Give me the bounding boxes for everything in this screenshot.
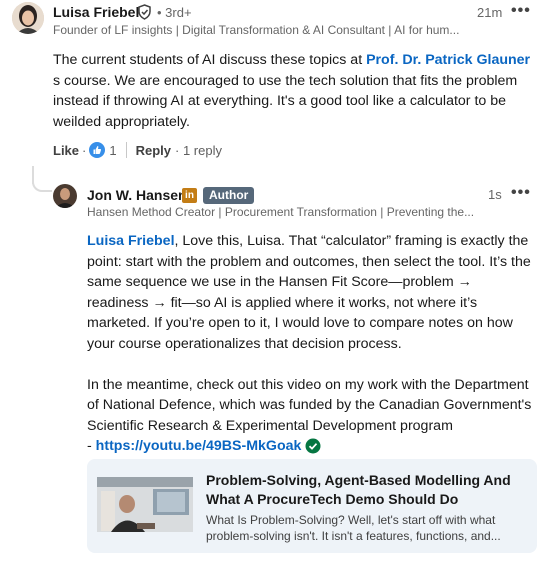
comment-timestamp: 21m <box>477 5 503 20</box>
action-divider <box>125 142 127 158</box>
comment-author-name[interactable]: Luisa Friebel <box>53 4 139 20</box>
jon-hansen-avatar[interactable] <box>53 184 77 208</box>
comment-text-post: s course. We are encouraged to use the t… <box>53 72 518 130</box>
mention-patrick-glauner[interactable]: Prof. Dr. Patrick Glauner <box>366 52 530 68</box>
reply-paragraph-1: Luisa Friebel, Love this, Luisa. That “c… <box>87 231 535 354</box>
thread-line-curve <box>32 168 52 192</box>
reply-paragraph-2: In the meantime, check out this video on… <box>87 376 532 434</box>
reply-author-name[interactable]: Jon W. Hansen <box>87 187 187 203</box>
like-button[interactable]: Like <box>53 143 79 158</box>
reply-timestamp: 1s <box>488 187 502 202</box>
luisa-avatar[interactable] <box>12 2 44 34</box>
comment-author-headline: Founder of LF insights | Digital Transfo… <box>53 23 460 37</box>
reply-button[interactable]: Reply <box>136 143 171 158</box>
verified-link-check-icon <box>305 438 321 454</box>
reply-para1-text: , Love this, Luisa. That “calculator” fr… <box>87 233 531 352</box>
comment-body: The current students of AI discuss these… <box>53 50 533 132</box>
reply-count[interactable]: · 1 reply <box>175 143 222 158</box>
linkedin-premium-icon: in <box>182 188 197 203</box>
preview-title[interactable]: Problem-Solving, Agent-Based Modelling A… <box>206 471 521 509</box>
preview-description: What Is Problem-Solving? Well, let's sta… <box>206 513 501 543</box>
separator-dot: · <box>82 142 87 158</box>
link-preview-card[interactable]: Problem-Solving, Agent-Based Modelling A… <box>87 459 537 553</box>
comment-more-options-icon[interactable]: ••• <box>511 2 531 20</box>
verified-shield-icon <box>137 4 152 25</box>
like-count[interactable]: 1 <box>109 143 116 158</box>
connection-degree: • 3rd+ <box>157 5 192 20</box>
reply-link-line: - https://youtu.be/49BS-MkGoak <box>87 436 535 457</box>
reply-author-headline: Hansen Method Creator | Procurement Tran… <box>87 205 475 219</box>
mention-luisa-friebel[interactable]: Luisa Friebel <box>87 233 175 249</box>
reply-body: Luisa Friebel, Love this, Luisa. That “c… <box>87 231 535 457</box>
author-badge: Author <box>203 187 255 204</box>
comment-text-pre: The current students of AI discuss these… <box>53 52 367 68</box>
youtube-link[interactable]: https://youtu.be/49BS-MkGoak <box>96 436 302 457</box>
comment-actions: Like · 1 Reply · 1 reply <box>53 142 222 158</box>
like-reaction-icon[interactable] <box>89 142 106 158</box>
reply-more-options-icon[interactable]: ••• <box>511 184 531 202</box>
video-thumbnail[interactable] <box>97 477 193 532</box>
link-prefix: - <box>87 438 96 454</box>
